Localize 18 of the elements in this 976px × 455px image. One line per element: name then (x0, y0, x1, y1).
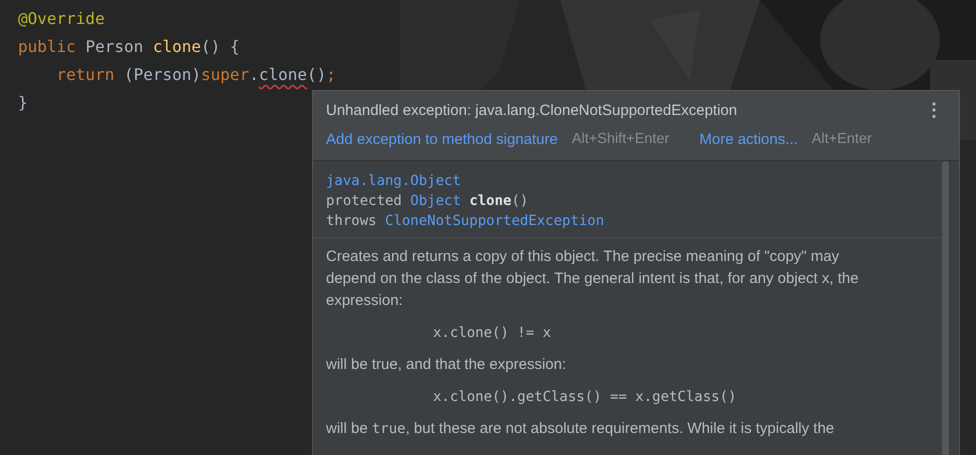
action-link[interactable]: Add exception to method signature (326, 131, 558, 148)
code-line: return (Person)super.clone(); (56, 64, 336, 86)
code-example: x.clone().getClass() == x.getClass() (433, 388, 736, 407)
scrollbar[interactable] (942, 161, 949, 455)
error-message: Unhandled exception: java.lang.CloneNotSupportedException (326, 102, 738, 118)
signature-line: protected Object clone() (326, 192, 528, 211)
signature-line: java.lang.Object (326, 172, 461, 191)
code-line: public Person clone() { (18, 36, 240, 58)
code-example: x.clone() != x (433, 324, 552, 343)
code-line: @Override (18, 8, 105, 30)
doc-paragraph: Creates and returns a copy of this object. The precise meaning of "copy" may depend on the class of the object. The general intent is that, for any object x, the expression: (326, 247, 860, 311)
shortcut-hint: Alt+Enter (812, 131, 872, 148)
action-link[interactable]: More actions... (699, 131, 798, 148)
code-line: } (18, 92, 28, 114)
doc-paragraph: will be true, but these are not absolute requirements. While it is typically the (326, 419, 836, 439)
shortcut-hint: Alt+Shift+Enter (572, 131, 670, 148)
doc-paragraph: will be true, and that the expression: (326, 355, 568, 375)
signature-line: throws CloneNotSupportedException (326, 212, 604, 231)
